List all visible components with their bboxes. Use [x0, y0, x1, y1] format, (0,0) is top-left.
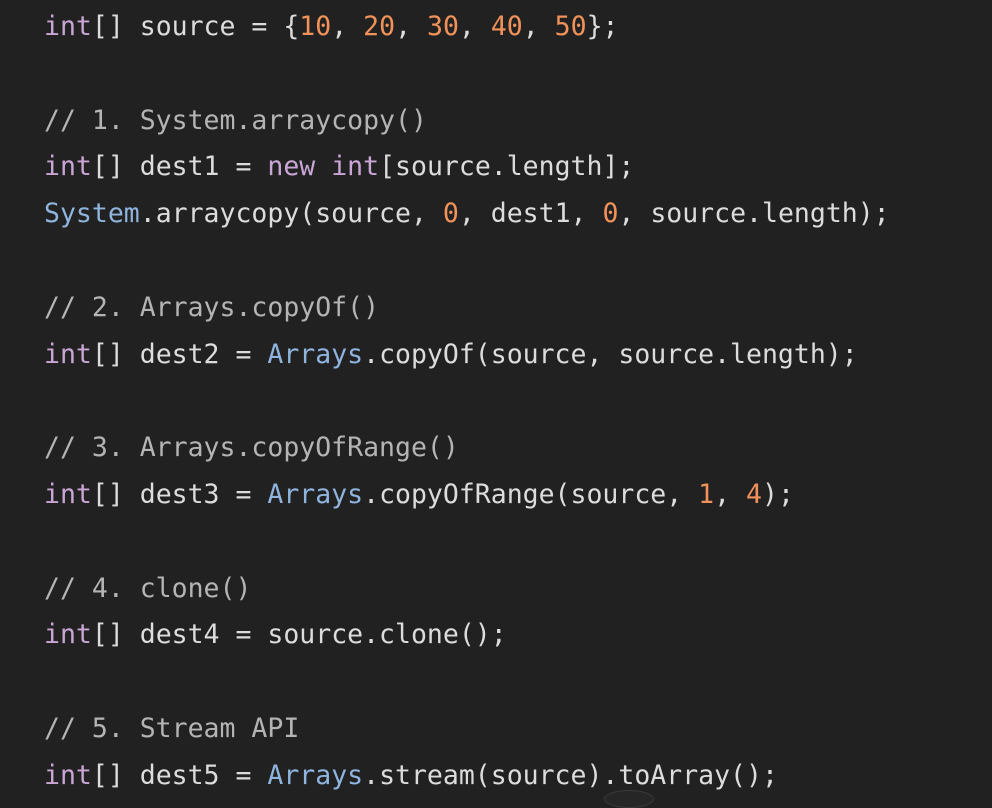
code-token: ,: [331, 11, 364, 42]
code-token: 1: [698, 478, 715, 510]
code-token: 0: [442, 198, 459, 230]
code-line: int[] dest3 = Arrays.copyOfRange(source,…: [44, 472, 992, 519]
code-token: , source.length);: [618, 198, 890, 230]
code-token: // 3. Arrays.copyOfRange(): [44, 432, 459, 464]
code-token: new: [267, 151, 316, 183]
code-token: 10: [299, 11, 332, 42]
code-line: int[] source = {10, 20, 30, 40, 50};: [44, 4, 992, 51]
code-line: int[] dest4 = source.clone();: [44, 612, 992, 659]
code-token: .stream(source).toArray();: [363, 759, 778, 791]
code-token: [] dest4 = source.clone();: [91, 619, 507, 651]
code-token: int: [331, 151, 380, 183]
code-token: Arrays: [267, 478, 364, 510]
code-line: // 3. Arrays.copyOfRange(): [44, 425, 992, 472]
code-token: 40: [490, 11, 523, 42]
code-line: // 2. Arrays.copyOf(): [44, 285, 992, 332]
code-token: [] dest5 =: [91, 759, 268, 791]
code-token: 30: [426, 11, 459, 42]
code-line: System.arraycopy(source, 0, dest1, 0, so…: [44, 191, 992, 238]
code-token: [source.length];: [379, 151, 635, 183]
code-token: 0: [602, 198, 619, 230]
code-token: [] dest2 =: [91, 338, 268, 370]
code-token: };: [586, 11, 619, 42]
code-token: ,: [714, 478, 747, 510]
code-token: .copyOfRange(source,: [363, 478, 699, 510]
code-token: 20: [363, 11, 396, 42]
code-token: int: [44, 619, 92, 651]
code-block: int[] source = {10, 20, 30, 40, 50};// 1…: [0, 0, 992, 798]
code-token: int: [44, 151, 92, 183]
code-token: // 5. Stream API: [44, 712, 300, 744]
code-line: int[] dest5 = Arrays.stream(source).toAr…: [44, 753, 992, 800]
code-token: // 1. System.arraycopy(): [44, 104, 427, 136]
code-token: // 2. Arrays.copyOf(): [44, 291, 380, 323]
code-token: [] dest3 =: [91, 478, 268, 510]
code-token: );: [762, 478, 794, 510]
code-token: 4: [746, 478, 763, 510]
code-line: // 4. clone(): [44, 566, 992, 613]
code-token: ,: [395, 11, 427, 42]
code-line: int[] dest1 = new int[source.length];: [44, 144, 992, 191]
code-token: [] dest1 =: [91, 151, 268, 183]
code-line: int[] dest2 = Arrays.copyOf(source, sour…: [44, 332, 992, 379]
code-token: .arraycopy(source,: [139, 198, 443, 230]
code-token: System: [44, 198, 140, 230]
code-token: Arrays: [267, 759, 364, 791]
code-token: , dest1,: [458, 198, 603, 230]
code-token: // 4. clone(): [44, 572, 252, 604]
code-line: // 1. System.arraycopy(): [44, 98, 992, 145]
code-line: // 5. Stream API: [44, 706, 992, 753]
code-token: int: [44, 338, 92, 370]
code-token: [] source = {: [91, 11, 300, 42]
scroll-down-indicator[interactable]: [604, 790, 654, 808]
code-token: int: [44, 478, 92, 510]
code-token: 50: [554, 11, 587, 42]
code-token: int: [44, 759, 92, 791]
code-token: ,: [522, 11, 555, 42]
code-token: ,: [458, 11, 491, 42]
code-token: .copyOf(source, source.length);: [363, 338, 858, 370]
code-token: int: [44, 11, 92, 42]
code-token: Arrays: [267, 338, 364, 370]
